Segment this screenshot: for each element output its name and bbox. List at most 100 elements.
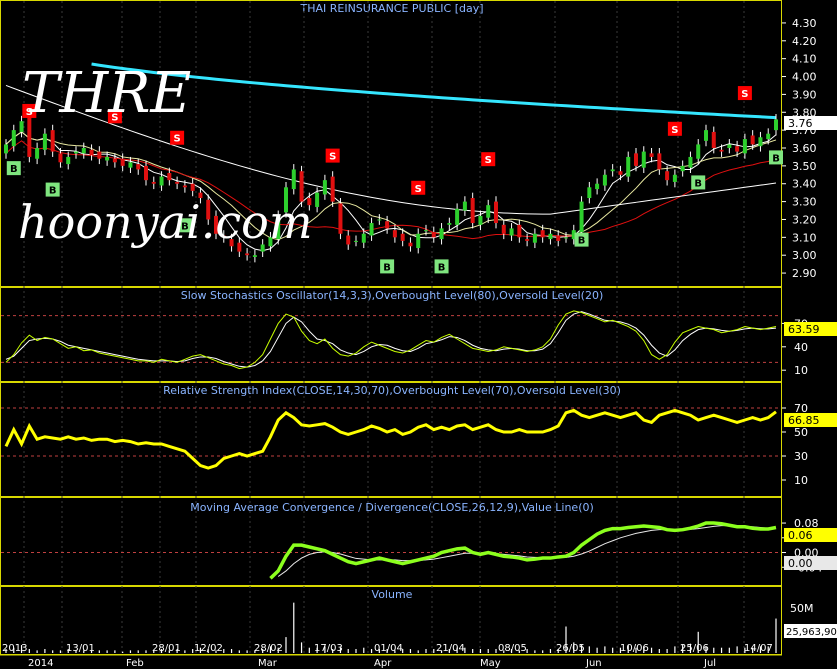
volume-bar: [230, 649, 233, 653]
axis-tick-label-1: 40: [794, 341, 808, 354]
price-tick-label-12: 4.10: [792, 53, 817, 66]
volume-bar: [98, 650, 100, 653]
price-last-label: 3.76: [784, 116, 837, 130]
candle-body: [750, 135, 755, 145]
candle-body: [509, 228, 514, 236]
candle-body: [540, 230, 545, 238]
volume-bar: [417, 650, 419, 653]
rsi-line: [4, 408, 777, 470]
date-label-19: 14/07: [744, 643, 773, 654]
candle-body: [245, 253, 250, 256]
candle-body: [665, 171, 670, 181]
candle-body: [58, 153, 63, 163]
rsi-panel-frame: [0, 382, 782, 497]
date-label-14: 26/05: [556, 643, 585, 654]
volume-bar: [728, 647, 730, 653]
volume-bar: [542, 650, 544, 653]
volume-bar: [495, 649, 497, 653]
candle-body: [758, 137, 763, 147]
signal-label: B: [694, 178, 702, 189]
candle-body: [105, 156, 110, 161]
macd-last-value: 0.06: [788, 529, 813, 542]
stock-chart: THAI REINSURANCE PUBLIC [day] 2.90 3.00 3.…: [0, 0, 837, 669]
volume-bar: [59, 650, 62, 653]
candle-body: [431, 231, 436, 238]
candle-body: [532, 233, 537, 243]
price-tick-label-0: 2.90: [792, 267, 817, 280]
candle-body: [97, 151, 102, 159]
price-tick-label-10: 3.90: [792, 88, 817, 101]
candle-body: [89, 149, 94, 156]
candle-body: [346, 235, 351, 245]
macd-signal-line: [277, 525, 776, 577]
candle-body: [424, 230, 428, 232]
rsi-last-label: 66.85: [784, 413, 837, 427]
watermark-symbol: THRE: [22, 61, 191, 126]
date-label-10: Apr: [374, 658, 392, 669]
axis-tick-label-2: 50: [794, 426, 808, 439]
candle-body: [649, 153, 654, 157]
date-label-13: 08/05: [498, 643, 527, 654]
volume-bar: [775, 618, 777, 653]
candle-body: [408, 242, 413, 247]
price-tick-label-13: 4.20: [792, 35, 817, 48]
candle-body: [81, 148, 86, 154]
date-label-0: 2013: [2, 643, 27, 654]
volume-bar: [285, 637, 287, 653]
candle-body: [525, 239, 530, 241]
volume-bar: [425, 649, 427, 653]
candle-body: [634, 153, 638, 166]
axis-tick-label-0: 10: [794, 364, 808, 377]
candle-body: [439, 228, 444, 240]
volume-bar: [52, 650, 54, 653]
candle-body: [711, 131, 716, 148]
volume-bar: [720, 647, 723, 653]
volume-bar: [129, 650, 132, 653]
volume-bar: [184, 650, 186, 653]
date-label-17: 25/06: [680, 643, 709, 654]
candle-body: [610, 169, 615, 172]
volume-bar: [549, 649, 552, 653]
candle-body: [494, 201, 498, 224]
volume-bar: [246, 650, 248, 653]
watermark-site: hoonyai.com: [18, 195, 312, 249]
candle-body: [688, 156, 693, 168]
candle-body: [486, 205, 491, 218]
volume-bar: [223, 649, 225, 653]
candle-body: [696, 144, 701, 159]
candle-body: [766, 133, 771, 140]
candle-body: [556, 235, 561, 241]
volume-bar: [44, 649, 46, 653]
candle-body: [144, 165, 148, 181]
candle-body: [167, 173, 172, 181]
date-label-8: 17/03: [314, 643, 343, 654]
signal-label: B: [10, 164, 18, 175]
volume-bar: [36, 650, 38, 653]
candle-body: [416, 233, 421, 249]
volume-bar: [472, 649, 474, 653]
candle-body: [66, 156, 71, 165]
candle-body: [774, 119, 778, 131]
candle-body: [478, 215, 483, 225]
volume-bar: [650, 647, 653, 653]
candle-body: [618, 171, 623, 175]
candle-body: [252, 255, 257, 257]
macd-signal-last-value: 0.00: [788, 557, 813, 570]
price-tick-label-7: 3.60: [792, 142, 817, 155]
candle-body: [120, 158, 125, 166]
volume-bar: [145, 650, 147, 653]
candle-body: [50, 130, 55, 152]
signal-label: S: [174, 134, 181, 145]
axis-tick-label-1: 30: [794, 450, 808, 463]
candle-body: [136, 164, 141, 170]
volume-bar: [433, 649, 435, 653]
volume-bar: [658, 649, 660, 653]
candle-body: [626, 156, 631, 177]
date-label-18: Jul: [703, 658, 716, 669]
signal-label: S: [741, 89, 748, 100]
candle-body: [392, 230, 397, 238]
candle-body: [727, 144, 732, 148]
signal-label: B: [578, 236, 586, 247]
date-label-4: 28/01: [152, 643, 181, 654]
price-tick-label-11: 4.00: [792, 71, 817, 84]
